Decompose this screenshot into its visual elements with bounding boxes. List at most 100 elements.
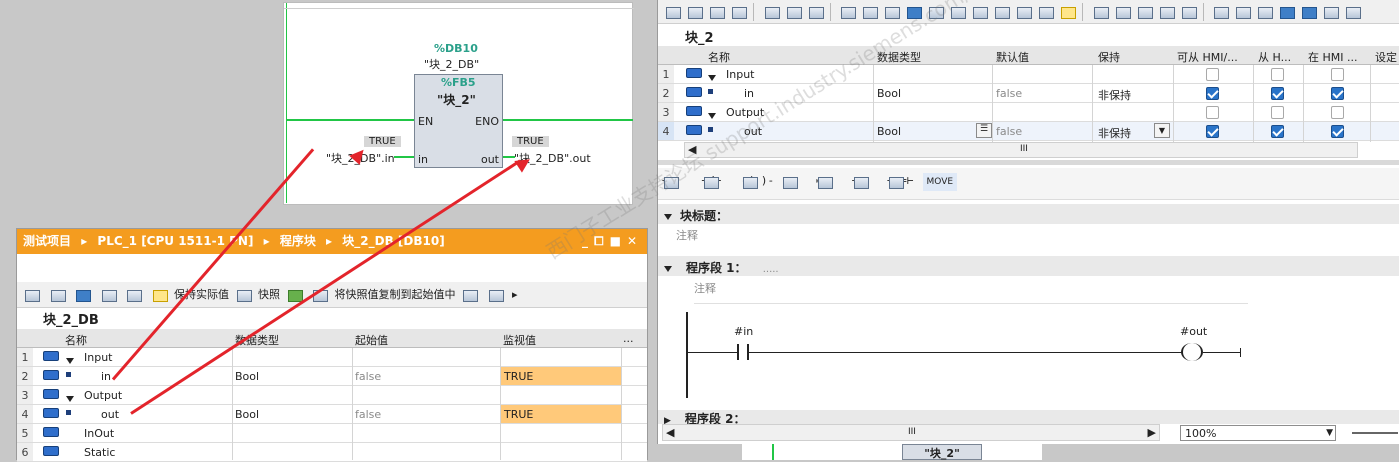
col-hmi-access[interactable]: 可从 HMI/... (1177, 49, 1238, 65)
network-expand-icon[interactable] (861, 4, 879, 20)
table-row[interactable]: 5 InOut (17, 424, 647, 443)
insert-network-icon[interactable] (730, 4, 748, 20)
hmi-visible-checkbox[interactable] (1331, 106, 1344, 122)
scroll-right-icon[interactable]: ▶ (1148, 426, 1156, 439)
col-more[interactable]: ... (623, 332, 634, 345)
list-icon[interactable] (1037, 4, 1055, 20)
compile-icon[interactable] (807, 4, 825, 20)
upload-icon[interactable] (785, 4, 803, 20)
properties-icon[interactable] (1322, 4, 1340, 20)
breadcrumb-program-blocks[interactable]: 程序块 (280, 234, 316, 248)
col-hmi-visible[interactable]: 在 HMI ... (1308, 49, 1358, 65)
hmi-visible-checkbox[interactable] (1331, 68, 1344, 84)
cross-ref-icon[interactable] (1136, 4, 1154, 20)
load-snapshot-icon[interactable] (235, 287, 253, 303)
db-window-titlebar[interactable]: 测试项目 ▸ PLC_1 [CPU 1511-1 PN] ▸ 程序块 ▸ 块_2… (17, 229, 647, 254)
interface-hscrollbar[interactable]: ◀ III (684, 142, 1358, 158)
expand-icon[interactable] (74, 287, 92, 303)
col-setpoint[interactable]: 设定 (1375, 49, 1397, 65)
col-retain[interactable]: 保持 (1098, 49, 1120, 65)
table-row[interactable]: 4 out Bool false TRUE (17, 405, 647, 424)
favorites-icon[interactable] (949, 4, 967, 20)
add-row-icon[interactable] (708, 4, 726, 20)
col-start[interactable]: 起始值 (355, 332, 388, 348)
col-default[interactable]: 默认值 (996, 49, 1029, 65)
zoom-icon[interactable] (971, 4, 989, 20)
hmi-write-checkbox[interactable] (1271, 106, 1284, 122)
call-structure-icon[interactable] (1158, 4, 1176, 20)
add-row-icon[interactable] (49, 287, 67, 303)
editor-hscrollbar[interactable]: ◀ III ▶ (662, 424, 1160, 441)
insert-row-icon[interactable] (23, 287, 41, 303)
breakpoint-icon[interactable] (1256, 4, 1274, 20)
col-monitor[interactable]: 监视值 (503, 332, 536, 348)
hmi-write-checkbox[interactable] (1271, 125, 1284, 141)
block-title-bar[interactable]: 块标题： (658, 204, 1399, 224)
force-icon[interactable] (1278, 4, 1296, 20)
close-branch-icon[interactable]: ⬏ (852, 174, 880, 190)
network-list-icon[interactable] (839, 4, 857, 20)
monitor-all-icon[interactable] (151, 287, 169, 303)
table-row[interactable]: 3 Output (17, 386, 647, 405)
maximize-button[interactable]: ■ (610, 234, 627, 248)
empty-box-icon[interactable] (781, 174, 809, 190)
collapse-triangle-icon[interactable] (708, 71, 716, 84)
collapse-icon[interactable] (100, 287, 118, 303)
tag-info-icon[interactable] (993, 4, 1011, 20)
step-icon[interactable] (1212, 4, 1230, 20)
table-row[interactable]: 2 in Bool false TRUE (17, 367, 647, 386)
copy-snapshot-to-start-button[interactable]: 将快照值复制到起始值中 (335, 288, 456, 301)
absolute-address-icon[interactable] (927, 4, 945, 20)
snapshot-button[interactable]: 快照 (258, 288, 280, 301)
go-back-icon[interactable] (1092, 4, 1110, 20)
open-branch-icon[interactable]: ↦ (816, 174, 844, 190)
collapse-triangle-icon[interactable] (708, 109, 716, 122)
table-row[interactable]: 2 in Bool false 非保持 (658, 84, 1399, 103)
nc-contact-icon[interactable]: ⊣/⊢ (702, 174, 734, 190)
breadcrumb-project[interactable]: 测试项目 (23, 234, 71, 248)
hmi-access-checkbox[interactable] (1206, 125, 1219, 141)
block-comment[interactable]: 注释 (676, 227, 698, 243)
col-name[interactable]: 名称 (708, 49, 730, 65)
comment-icon[interactable] (905, 4, 923, 20)
scroll-left-icon[interactable]: ◀ (666, 426, 674, 439)
network-1-comment[interactable]: 注释 (694, 280, 1248, 304)
table-row[interactable]: 3 Output (658, 103, 1399, 122)
download-icon[interactable] (763, 4, 781, 20)
start-values-icon[interactable] (461, 287, 479, 303)
no-contact-in[interactable] (737, 344, 749, 360)
col-type[interactable]: 数据类型 (877, 49, 921, 65)
table-row[interactable]: 1 Input (658, 65, 1399, 84)
col-name[interactable]: 名称 (65, 332, 87, 348)
type-picker-button[interactable]: ☰ (976, 123, 992, 138)
collapse-triangle-icon[interactable] (66, 392, 74, 405)
chevron-down-icon[interactable]: ▼ (1326, 428, 1333, 438)
splitter[interactable] (658, 160, 1399, 165)
assign-icon[interactable] (1180, 4, 1198, 20)
close-button[interactable]: ✕ (627, 234, 643, 248)
col-hmi-write[interactable]: 从 H... (1258, 49, 1291, 65)
network-collapse-icon[interactable] (883, 4, 901, 20)
compare-icon[interactable]: ⊣==⊢ (887, 174, 917, 190)
collapse-triangle-icon[interactable] (66, 354, 74, 367)
hmi-access-checkbox[interactable] (1206, 68, 1219, 84)
hmi-visible-checkbox[interactable] (1331, 87, 1344, 103)
go-forward-icon[interactable] (1114, 4, 1132, 20)
move-instruction-button[interactable]: MOVE (922, 173, 958, 191)
zoom-select[interactable]: 100% ▼ (1180, 425, 1336, 441)
network-2-header[interactable]: ▶ 程序段 2： (658, 410, 1399, 424)
monitor-value-cell[interactable]: TRUE (501, 405, 621, 423)
table-row[interactable]: 6 Static (17, 443, 647, 462)
more-icon[interactable] (1344, 4, 1362, 20)
minimize-button[interactable]: _ (582, 234, 594, 248)
modify-icon[interactable] (1300, 4, 1318, 20)
reset-icon[interactable] (487, 287, 505, 303)
no-contact-icon[interactable]: ⊣⊢ (662, 174, 694, 190)
hmi-write-checkbox[interactable] (1271, 87, 1284, 103)
open-block-icon[interactable] (1234, 4, 1252, 20)
hmi-visible-checkbox[interactable] (1331, 125, 1344, 141)
coil-out[interactable] (1181, 343, 1203, 361)
network-1-header[interactable]: 程序段 1： ..... (658, 256, 1399, 276)
fb-box[interactable]: %FB5 "块_2" EN ENO in out (414, 74, 503, 168)
insert-row-icon[interactable] (664, 4, 682, 20)
